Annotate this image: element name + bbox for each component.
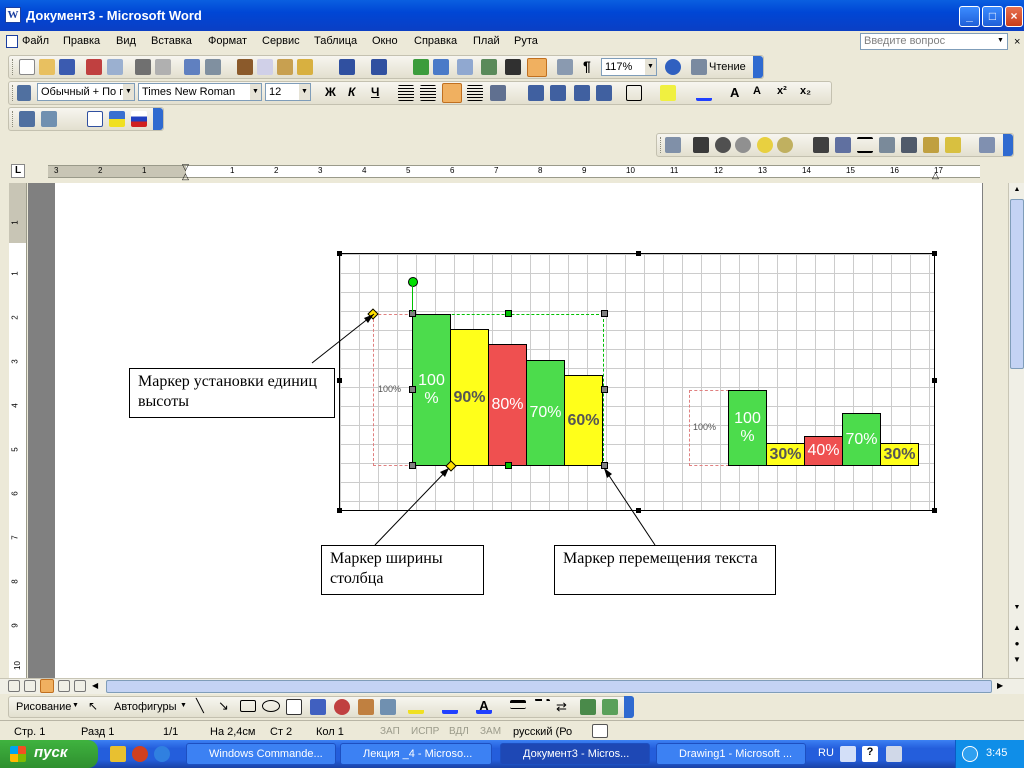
textbox-tool-icon[interactable] [286, 699, 302, 715]
system-tray: 3:45 [955, 740, 1024, 768]
taskbar-item-drawing1[interactable]: Drawing1 - Microsoft ... [656, 743, 806, 765]
taskbar-item-windows-commander[interactable]: Windows Commande... [186, 743, 336, 765]
spelling-status-icon[interactable] [592, 724, 608, 738]
callout-text-move-marker: Маркер перемещения текста [554, 545, 776, 595]
line-style-icon[interactable] [510, 700, 526, 709]
font-color-icon[interactable]: A [476, 698, 492, 714]
web-view-icon[interactable] [24, 680, 36, 692]
autoshapes-button[interactable]: Автофигуры [114, 701, 177, 713]
line-tool-icon[interactable]: ╲ [196, 698, 204, 714]
status-column: Кол 1 [316, 726, 344, 738]
fill-color-icon[interactable] [408, 698, 424, 714]
draw-menu-button[interactable]: Рисование [16, 701, 71, 713]
wordart-icon[interactable] [310, 699, 326, 715]
status-page: Стр. 1 [14, 726, 46, 738]
picture-icon[interactable] [380, 699, 396, 715]
callout-width-marker: Маркер ширины столбца [321, 545, 484, 595]
oval-tool-icon[interactable] [262, 700, 280, 712]
callout-height-marker: Маркер установки единиц высоты [129, 368, 335, 418]
select-objects-icon[interactable]: ↖ [88, 699, 98, 713]
start-button[interactable]: пуск [0, 740, 98, 768]
scroll-left-icon[interactable]: ◀ [92, 681, 98, 690]
toolbar-options-icon[interactable] [624, 696, 634, 718]
scroll-right-icon[interactable]: ▶ [997, 681, 1003, 690]
status-section: Разд 1 [81, 726, 115, 738]
start-label: пуск [34, 744, 68, 761]
quicklaunch-icon[interactable] [110, 746, 126, 762]
outline-view-icon[interactable] [58, 680, 70, 692]
status-overtype[interactable]: ЗАМ [480, 726, 501, 737]
status-at: На 2,4см [210, 726, 256, 738]
status-line: Ст 2 [270, 726, 293, 738]
reading-view-icon[interactable] [74, 680, 86, 692]
status-record[interactable]: ЗАП [380, 726, 400, 737]
hscroll-thumb[interactable] [106, 680, 992, 693]
windows-logo-icon [10, 746, 26, 762]
status-pages: 1/1 [163, 726, 179, 738]
quicklaunch-browser-icon[interactable] [132, 746, 148, 762]
chevron-down-icon[interactable]: ▼ [180, 702, 187, 709]
normal-view-icon[interactable] [8, 680, 20, 692]
3d-style-icon[interactable] [602, 699, 618, 715]
chevron-down-icon[interactable]: ▼ [72, 702, 79, 709]
quicklaunch-ie-icon[interactable] [154, 746, 170, 762]
status-bar: Стр. 1 Разд 1 1/1 На 2,4см Ст 2 Кол 1 ЗА… [0, 720, 1024, 740]
status-extend[interactable]: ВДЛ [449, 726, 469, 737]
taskbar-item-lecture[interactable]: Лекция _4 - Microso... [340, 743, 492, 765]
shadow-style-icon[interactable] [580, 699, 596, 715]
status-language[interactable]: русский (Ро [513, 726, 572, 738]
tray-app-icon[interactable] [886, 746, 902, 762]
clock: 3:45 [986, 747, 1008, 759]
keyboard-icon[interactable] [840, 746, 856, 762]
taskbar-item-document3[interactable]: Документ3 - Micros... [500, 743, 650, 765]
tray-expand-icon[interactable] [962, 746, 978, 762]
diagram-icon[interactable] [334, 699, 350, 715]
rectangle-tool-icon[interactable] [240, 700, 256, 712]
horizontal-scrollbar[interactable]: ◀ ▶ [0, 678, 1024, 694]
clipart-icon[interactable] [358, 699, 374, 715]
status-track[interactable]: ИСПР [411, 726, 439, 737]
print-layout-icon[interactable] [40, 679, 54, 693]
line-color-icon[interactable] [442, 698, 458, 714]
help-icon[interactable]: ? [862, 746, 878, 762]
dash-style-icon[interactable] [534, 699, 550, 707]
language-indicator[interactable]: RU [818, 747, 834, 759]
drawing-toolbar: Рисование ▼ ↖ Автофигуры ▼ ╲ ↘ A ⇄ [0, 694, 1024, 720]
arrow-style-icon[interactable]: ⇄ [556, 699, 572, 715]
arrow-tool-icon[interactable]: ↘ [218, 698, 229, 714]
